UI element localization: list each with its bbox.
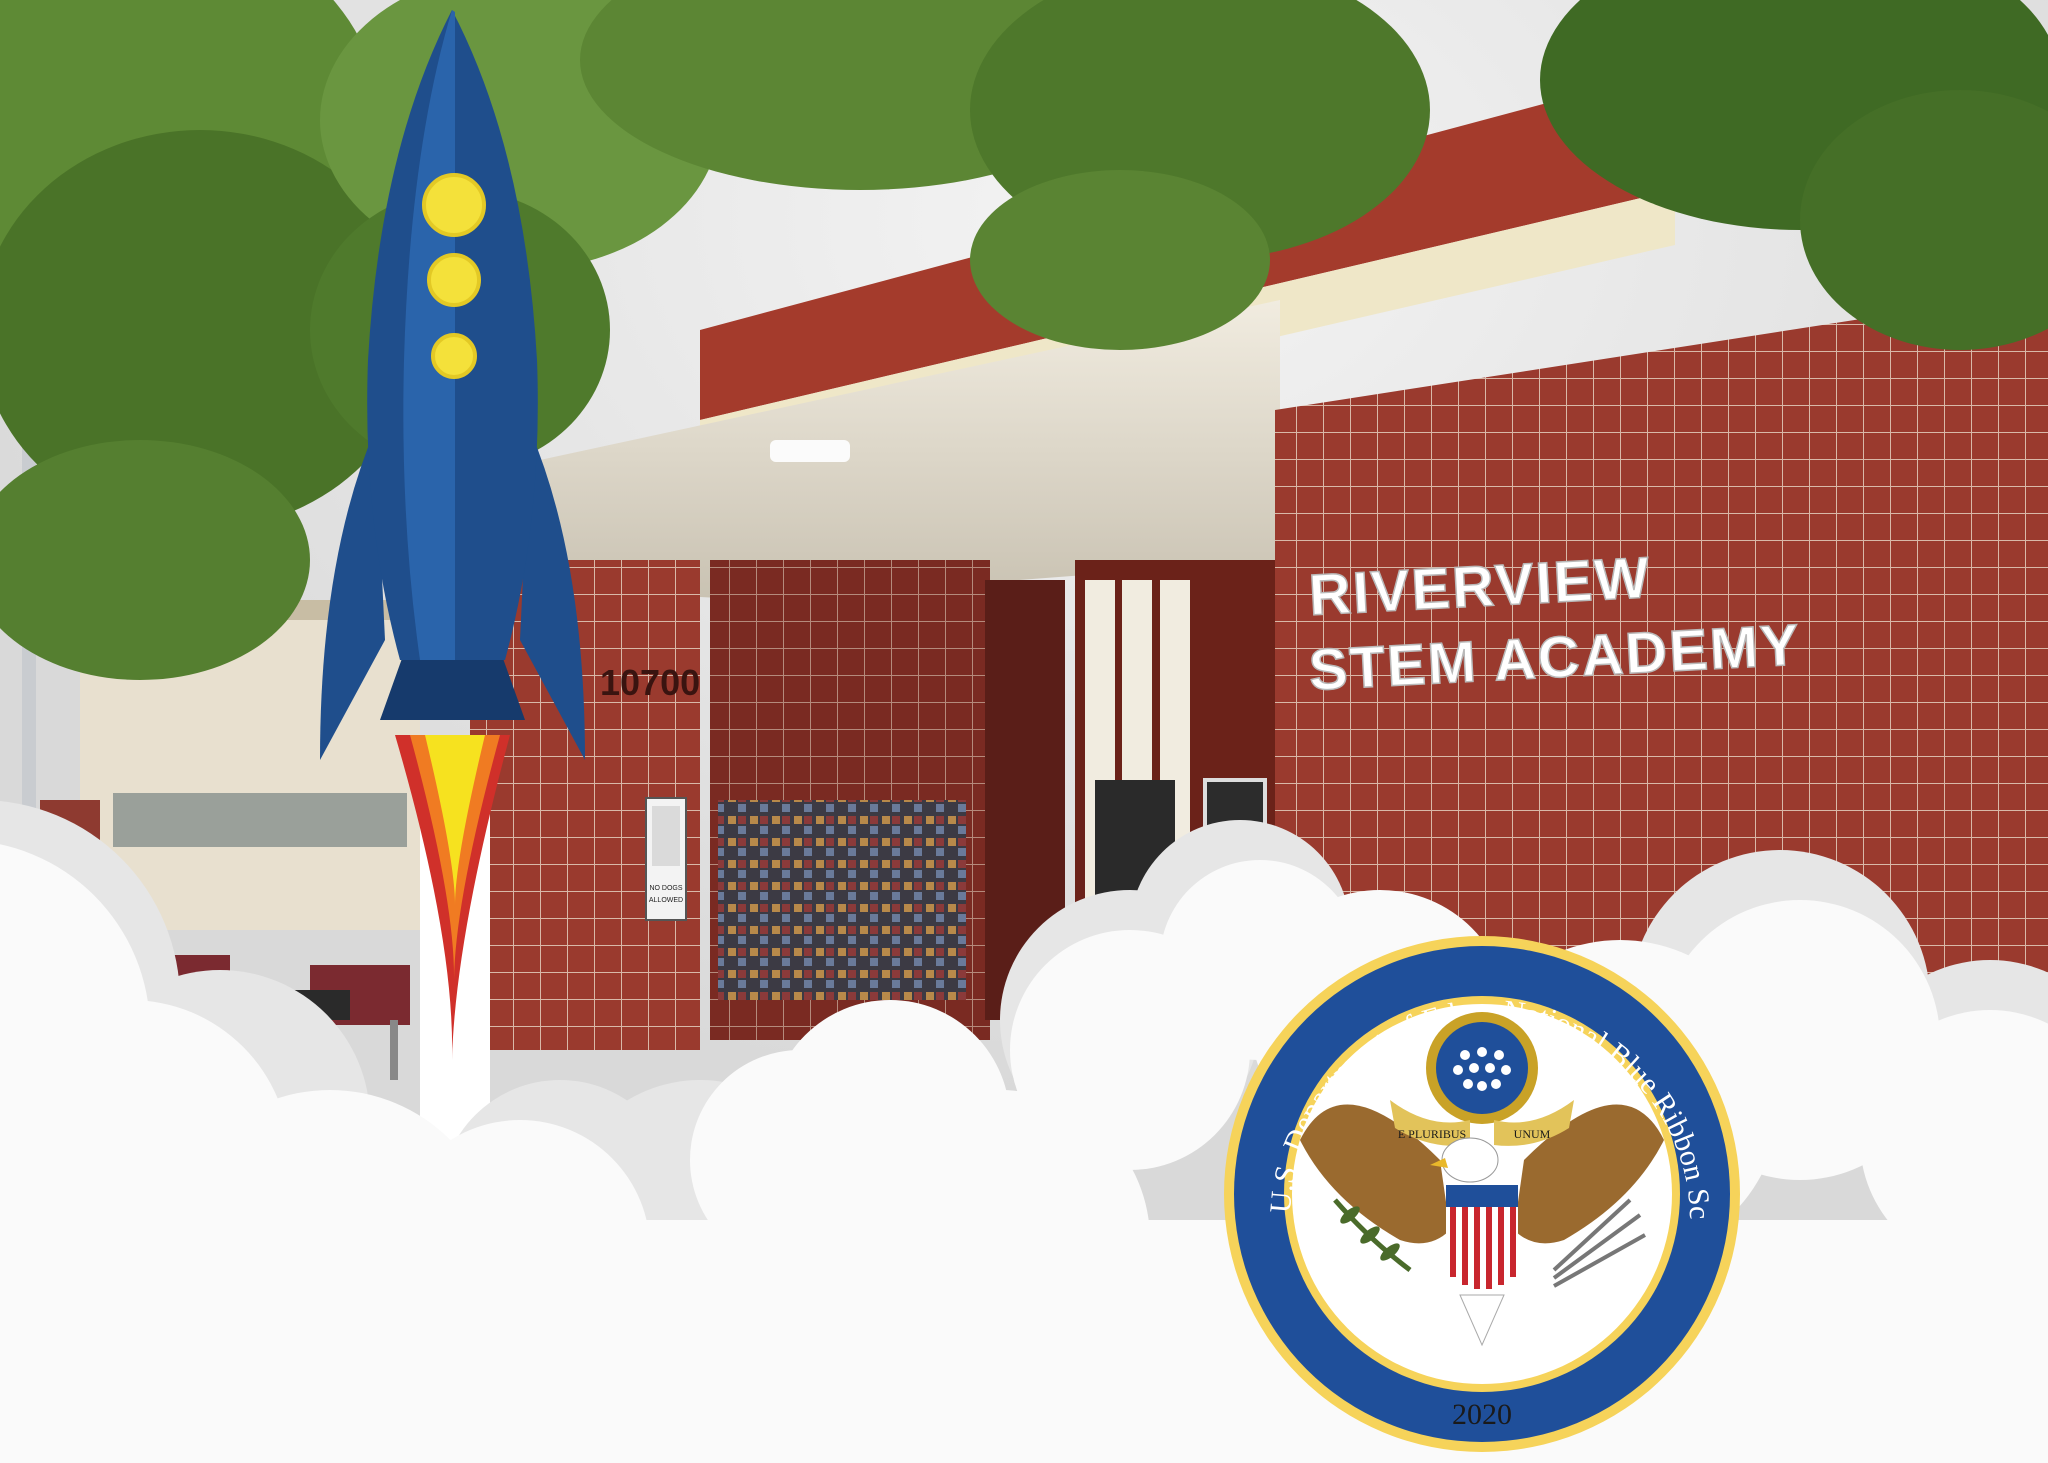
- address-number: 10700: [600, 662, 700, 703]
- tile-mosaic-art: [718, 800, 966, 1000]
- seal-year: 2020: [1452, 1398, 1512, 1431]
- seal-motto-left: E PLURIBUS: [1398, 1127, 1466, 1141]
- no-dogs-sign-line-2: ALLOWED: [649, 897, 683, 904]
- no-dogs-sign-line-1: NO DOGS: [649, 885, 682, 892]
- no-dogs-sign: NO DOGS ALLOWED: [645, 797, 687, 921]
- ceiling-light: [770, 440, 850, 462]
- school-photo-scene: RIVERVIEW STEM ACADEMY 10700 NO DOGS ALL…: [0, 0, 2048, 1463]
- seal-motto-right: UNUM: [1514, 1127, 1551, 1141]
